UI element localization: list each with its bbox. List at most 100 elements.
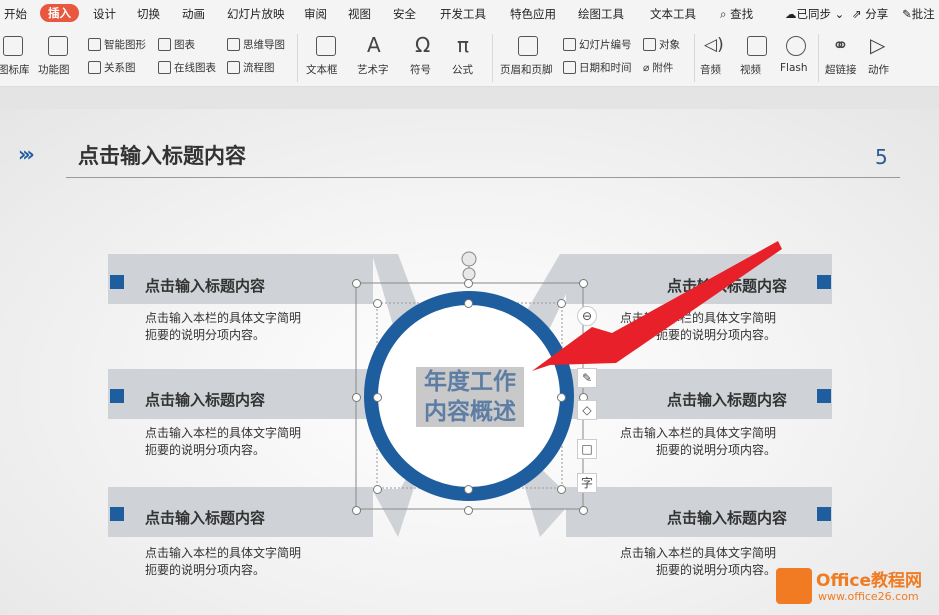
item-desc-line: 扼要的说明分项内容。 — [656, 563, 777, 577]
chart-icon — [158, 38, 171, 51]
item-title[interactable]: 点击输入标题内容 — [145, 275, 265, 296]
symbol-button[interactable]: Ω 符号 — [408, 30, 442, 86]
menu-text-tools[interactable]: 文本工具 — [650, 6, 696, 22]
item-title[interactable]: 点击输入标题内容 — [667, 507, 787, 528]
comment-label: 批注 — [911, 7, 935, 21]
text-tool-icon[interactable]: 字 — [577, 473, 597, 493]
resize-handle[interactable] — [557, 485, 566, 494]
menu-features[interactable]: 特色应用 — [510, 6, 556, 22]
comment-icon: ✎ — [902, 7, 912, 21]
chart-button[interactable]: 图表 — [158, 37, 195, 52]
menu-drawing-tools[interactable]: 绘图工具 — [578, 6, 624, 22]
chevron-down-icon: ⌄ — [834, 7, 845, 21]
formula-label: 公式 — [452, 64, 473, 76]
menu-bar: 开始 插入 设计 切换 动画 幻灯片放映 审阅 视图 安全 开发工具 特色应用 … — [0, 0, 939, 30]
resize-handle[interactable] — [373, 393, 382, 402]
comment-button[interactable]: ✎批注 — [902, 6, 935, 22]
menu-review[interactable]: 审阅 — [304, 6, 327, 22]
item-marker — [817, 507, 831, 521]
link-icon: ⚭ — [832, 33, 849, 57]
menu-design[interactable]: 设计 — [93, 6, 116, 22]
outline-tool-icon[interactable]: □ — [577, 439, 597, 459]
resize-handle[interactable] — [373, 485, 382, 494]
item-desc-line: 扼要的说明分项内容。 — [145, 563, 266, 577]
online-chart-label: 在线图表 — [174, 62, 216, 74]
annotation-arrow-icon — [532, 241, 782, 371]
formula-button[interactable]: π 公式 — [450, 30, 484, 86]
icon-library-button[interactable]: 图标库 — [0, 30, 30, 86]
mind-map-icon — [227, 38, 240, 51]
menu-transition[interactable]: 切换 — [137, 6, 160, 22]
item-desc[interactable]: 点击输入本栏的具体文字简明 扼要的说明分项内容。 — [620, 425, 776, 459]
hyperlink-label: 超链接 — [825, 64, 857, 76]
resize-handle[interactable] — [464, 279, 473, 288]
smart-shape-button[interactable]: 智能图形 — [88, 37, 146, 52]
pi-icon: π — [457, 33, 470, 57]
textbox-button[interactable]: 文本框 — [305, 30, 347, 86]
slide-number-label: 幻灯片编号 — [579, 39, 632, 51]
relation-chart-button[interactable]: 关系图 — [88, 60, 136, 75]
search-button[interactable]: ⌕ 查找 — [720, 6, 753, 22]
object-button[interactable]: 对象 — [643, 37, 680, 52]
share-label: 分享 — [865, 7, 889, 21]
resize-handle[interactable] — [464, 506, 473, 515]
attachment-label: 附件 — [652, 62, 674, 74]
menu-developer[interactable]: 开发工具 — [440, 6, 486, 22]
menu-view[interactable]: 视图 — [348, 6, 371, 22]
resize-handle[interactable] — [352, 393, 361, 402]
flowchart-label: 流程图 — [243, 62, 275, 74]
menu-insert[interactable]: 插入 — [40, 4, 79, 22]
play-icon: ▷ — [870, 33, 886, 57]
flash-button[interactable]: Flash — [778, 30, 814, 86]
icon-library-icon — [3, 36, 23, 56]
item-title[interactable]: 点击输入标题内容 — [145, 389, 265, 410]
resize-handle[interactable] — [557, 393, 566, 402]
hyperlink-button[interactable]: ⚭ 超链接 — [823, 30, 861, 86]
item-desc[interactable]: 点击输入本栏的具体文字简明 扼要的说明分项内容。 — [145, 310, 301, 344]
attachment-button[interactable]: ⌀ 附件 — [643, 60, 673, 75]
action-button[interactable]: ▷ 动作 — [866, 30, 896, 86]
search-label: 查找 — [730, 7, 754, 21]
resize-handle[interactable] — [464, 485, 473, 494]
flowchart-button[interactable]: 流程图 — [227, 60, 275, 75]
slide-canvas[interactable]: ››› 点击输入标题内容 5 点击输入标题内容 点击输入本栏的具体文字简明 扼要的… — [0, 109, 939, 615]
item-desc-line: 点击输入本栏的具体文字简明 — [620, 546, 777, 560]
speaker-icon: ◁) — [704, 35, 724, 55]
share-button[interactable]: ⇗ 分享 — [852, 6, 888, 22]
item-desc-line: 扼要的说明分项内容。 — [145, 328, 266, 342]
resize-handle[interactable] — [464, 299, 473, 308]
flash-icon — [786, 36, 806, 56]
art-text-button[interactable]: A 艺术字 — [356, 30, 398, 86]
textbox-label: 文本框 — [306, 64, 338, 76]
function-chart-button[interactable]: 功能图 — [38, 30, 78, 86]
item-desc-line: 点击输入本栏的具体文字简明 — [620, 426, 777, 440]
center-text-selected[interactable]: 年度工作 内容概述 — [416, 367, 524, 427]
menu-security[interactable]: 安全 — [393, 6, 416, 22]
item-title[interactable]: 点击输入标题内容 — [145, 507, 265, 528]
resize-handle[interactable] — [579, 506, 588, 515]
item-desc[interactable]: 点击输入本栏的具体文字简明扼要的说明分项内容。 — [620, 545, 776, 579]
slide-number-button[interactable]: 幻灯片编号 — [563, 37, 632, 52]
online-chart-button[interactable]: 在线图表 — [158, 60, 216, 75]
item-desc-line: 点击输入本栏的具体文字简明 — [145, 546, 302, 560]
header-footer-button[interactable]: 页眉和页脚 — [498, 30, 558, 86]
item-title[interactable]: 点击输入标题内容 — [667, 389, 787, 410]
resize-handle[interactable] — [373, 299, 382, 308]
item-desc-line: 扼要的说明分项内容。 — [145, 443, 266, 457]
ribbon-toolbar: 图标库 功能图 智能图形 图表 思维导图 关系图 在线图表 流程图 文本框 A … — [0, 30, 939, 87]
item-desc[interactable]: 点击输入本栏的具体文字简明 扼要的说明分项内容。 — [145, 425, 301, 459]
menu-animation[interactable]: 动画 — [182, 6, 205, 22]
date-time-button[interactable]: 日期和时间 — [563, 60, 632, 75]
ribbon-separator — [492, 34, 493, 82]
audio-button[interactable]: ◁) 音频 — [698, 30, 734, 86]
fill-tool-icon[interactable]: ◇ — [577, 400, 597, 420]
sync-status[interactable]: ☁已同步 ⌄ — [785, 6, 844, 22]
menu-start[interactable]: 开始 — [4, 6, 27, 22]
mind-map-button[interactable]: 思维导图 — [227, 37, 285, 52]
resize-handle[interactable] — [352, 506, 361, 515]
resize-handle[interactable] — [352, 279, 361, 288]
video-button[interactable]: 视频 — [740, 30, 776, 86]
flowchart-icon — [227, 61, 240, 74]
menu-slideshow[interactable]: 幻灯片放映 — [227, 6, 285, 22]
item-desc[interactable]: 点击输入本栏的具体文字简明 扼要的说明分项内容。 — [145, 545, 301, 579]
